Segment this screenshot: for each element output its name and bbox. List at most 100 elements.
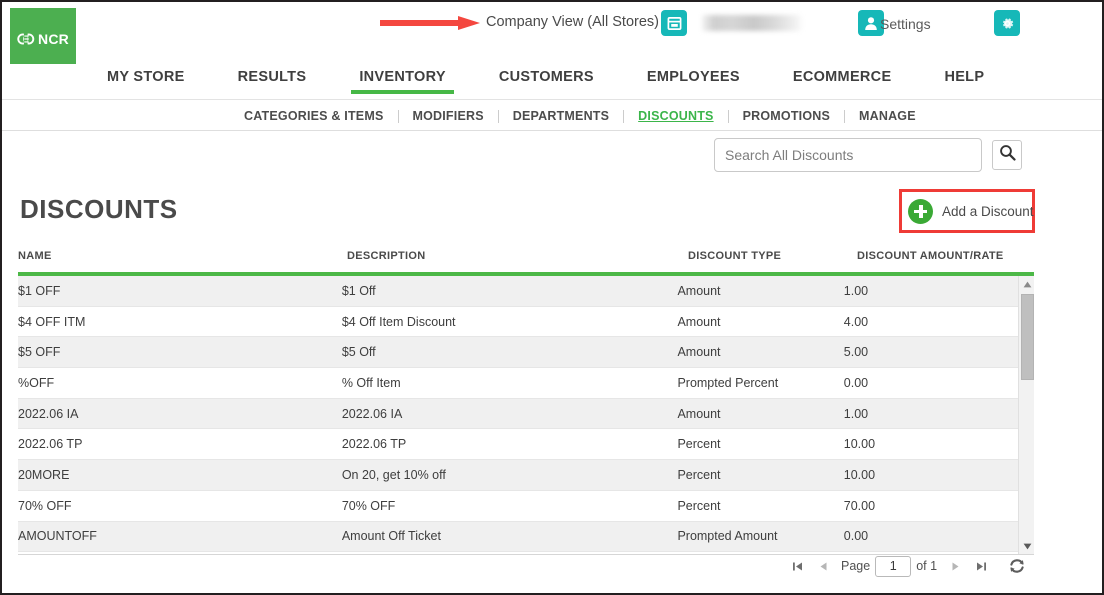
discounts-table: NAME DESCRIPTION DISCOUNT TYPE DISCOUNT … (18, 250, 1034, 555)
main-navigation: MY STORE RESULTS INVENTORY CUSTOMERS EMPLOYE… (2, 64, 1102, 100)
search-area (714, 138, 1022, 172)
main-nav-item-customers[interactable]: CUSTOMERS (499, 64, 594, 94)
ncr-logo-mark-icon (17, 32, 36, 46)
sub-navigation: CATEGORIES & ITEMS MODIFIERS DEPARTMENTS DI… (2, 102, 1102, 130)
table-cell-description: 2022.06 TP (341, 437, 407, 452)
table-cell-amount: 10.00 (843, 437, 876, 452)
table-cell-type: Prompted Amount (677, 529, 778, 544)
table-row[interactable]: 20MORE On 20, get 10% off Percent 10.00 (18, 460, 1018, 491)
table-row[interactable]: 2022.06 TP 2022.06 TP Percent 10.00 (18, 429, 1018, 461)
sub-nav-item-modifiers[interactable]: MODIFIERS (413, 109, 484, 123)
table-vertical-scrollbar[interactable] (1018, 276, 1034, 554)
table-cell-name: 2022.06 IA (18, 406, 79, 421)
table-cell-amount: 5.00 (843, 345, 869, 360)
page-label: Page (841, 559, 871, 573)
application-window: NCR Company View (All Stores) Settings M… (0, 0, 1104, 595)
table-cell-description: 2022.06 IA (341, 406, 403, 421)
main-nav-item-inventory[interactable]: INVENTORY (351, 64, 454, 94)
last-page-button[interactable] (968, 553, 994, 579)
add-a-discount-label: Add a Discount (942, 203, 1034, 219)
search-button[interactable] (992, 140, 1022, 170)
previous-page-button[interactable] (810, 553, 836, 579)
pagination-controls: Page of 1 (784, 553, 1030, 579)
table-header-row: NAME DESCRIPTION DISCOUNT TYPE DISCOUNT … (18, 250, 1034, 270)
sub-nav-item-categories-items[interactable]: CATEGORIES & ITEMS (244, 109, 384, 123)
table-cell-amount: 10.00 (843, 467, 876, 482)
table-cell-type: Amount (677, 283, 721, 298)
table-cell-name: %OFF (18, 375, 55, 390)
table-cell-type: Percent (677, 437, 721, 452)
main-nav-item-results[interactable]: RESULTS (238, 64, 307, 94)
settings-label[interactable]: Settings (880, 16, 931, 32)
sub-nav-item-promotions[interactable]: PROMOTIONS (743, 109, 830, 123)
table-row[interactable]: 2022.06 IA 2022.06 IA Amount 1.00 (18, 398, 1018, 430)
ncr-logo[interactable]: NCR (10, 8, 76, 70)
table-cell-type: Amount (677, 345, 721, 360)
table-row[interactable]: $1 OFF $1 Off Amount 1.00 (18, 276, 1018, 307)
scrollbar-thumb[interactable] (1021, 294, 1034, 380)
first-page-button[interactable] (784, 553, 810, 579)
sub-nav-divider (397, 109, 399, 123)
sub-navigation-divider (2, 130, 1102, 131)
search-icon (999, 144, 1016, 166)
table-cell-name: AMOUNTOFF (18, 529, 97, 544)
table-cell-description: 70% OFF (341, 498, 396, 513)
top-header-bar: NCR Company View (All Stores) Settings (2, 2, 1102, 70)
sub-nav-divider (844, 109, 846, 123)
main-nav-item-ecommerce[interactable]: ECOMMERCE (793, 64, 892, 94)
table-cell-name: $5 OFF (18, 345, 61, 360)
table-cell-description: Amount Off Ticket (341, 529, 441, 544)
add-a-discount-button[interactable]: Add a Discount (908, 197, 1034, 225)
table-cell-amount: 70.00 (843, 498, 876, 513)
main-nav-item-my-store[interactable]: MY STORE (107, 64, 185, 94)
table-scroll-region: $1 OFF $1 Off Amount 1.00 $4 OFF ITM $4 Off I… (18, 276, 1034, 554)
table-cell-name: $4 OFF ITM (18, 314, 86, 329)
main-nav-item-employees[interactable]: EMPLOYEES (647, 64, 740, 94)
table-row[interactable]: 70% OFF 70% OFF Percent 70.00 (18, 490, 1018, 522)
column-header-discount-type[interactable]: DISCOUNT TYPE (688, 250, 857, 262)
table-row[interactable]: %OFF % Off Item Prompted Percent 0.00 (18, 368, 1018, 399)
sub-nav-item-departments[interactable]: DEPARTMENTS (513, 109, 609, 123)
table-cell-type: Percent (677, 498, 721, 513)
sub-nav-divider (497, 109, 499, 123)
table-cell-description: % Off Item (341, 375, 401, 390)
refresh-icon[interactable] (1004, 553, 1030, 579)
plus-circle-icon (908, 198, 933, 224)
next-page-button[interactable] (942, 553, 968, 579)
search-input[interactable] (714, 138, 982, 172)
ncr-logo-text: NCR (38, 31, 69, 47)
table-cell-amount: 0.00 (843, 529, 869, 544)
table-cell-description: $5 Off (341, 345, 376, 360)
main-nav-item-help[interactable]: HELP (944, 64, 984, 94)
table-row[interactable]: AMOUNTOFF Amount Off Ticket Prompted Amoun… (18, 521, 1018, 553)
page-title: DISCOUNTS (20, 194, 178, 224)
table-row[interactable]: $4 OFF ITM $4 Off Item Discount Amount 4.00 (18, 306, 1018, 338)
table-cell-name: $1 OFF (18, 283, 61, 298)
scroll-up-arrow-icon[interactable] (1019, 276, 1034, 292)
sub-nav-divider (623, 109, 625, 123)
table-cell-type: Amount (677, 314, 721, 329)
table-cell-description: $1 Off (341, 283, 376, 298)
table-row[interactable]: $5 OFF $5 Off Amount 5.00 (18, 337, 1018, 369)
table-cell-name: 70% OFF (18, 498, 72, 513)
scroll-down-arrow-icon[interactable] (1019, 538, 1034, 554)
page-total-label: of 1 (916, 559, 938, 573)
page-number-input[interactable] (875, 555, 912, 577)
gear-icon[interactable] (994, 10, 1020, 36)
table-cell-description: $4 Off Item Discount (341, 314, 456, 329)
table-cell-type: Prompted Percent (677, 375, 779, 390)
store-icon[interactable] (661, 10, 687, 36)
table-cell-name: 2022.06 TP (18, 437, 83, 452)
sub-nav-item-manage[interactable]: MANAGE (859, 109, 916, 123)
table-cell-name: 20MORE (18, 467, 70, 482)
store-name-redacted (702, 15, 802, 31)
table-cell-amount: 4.00 (843, 314, 869, 329)
column-header-description[interactable]: DESCRIPTION (347, 250, 688, 262)
company-view-label: Company View (All Stores) (486, 14, 659, 30)
table-cell-type: Amount (677, 406, 721, 421)
table-cell-amount: 1.00 (843, 406, 869, 421)
table-cell-type: Percent (677, 467, 721, 482)
sub-nav-item-discounts[interactable]: DISCOUNTS (638, 109, 713, 123)
column-header-discount-amount[interactable]: DISCOUNT AMOUNT/RATE (857, 250, 1034, 262)
column-header-name[interactable]: NAME (18, 250, 347, 262)
